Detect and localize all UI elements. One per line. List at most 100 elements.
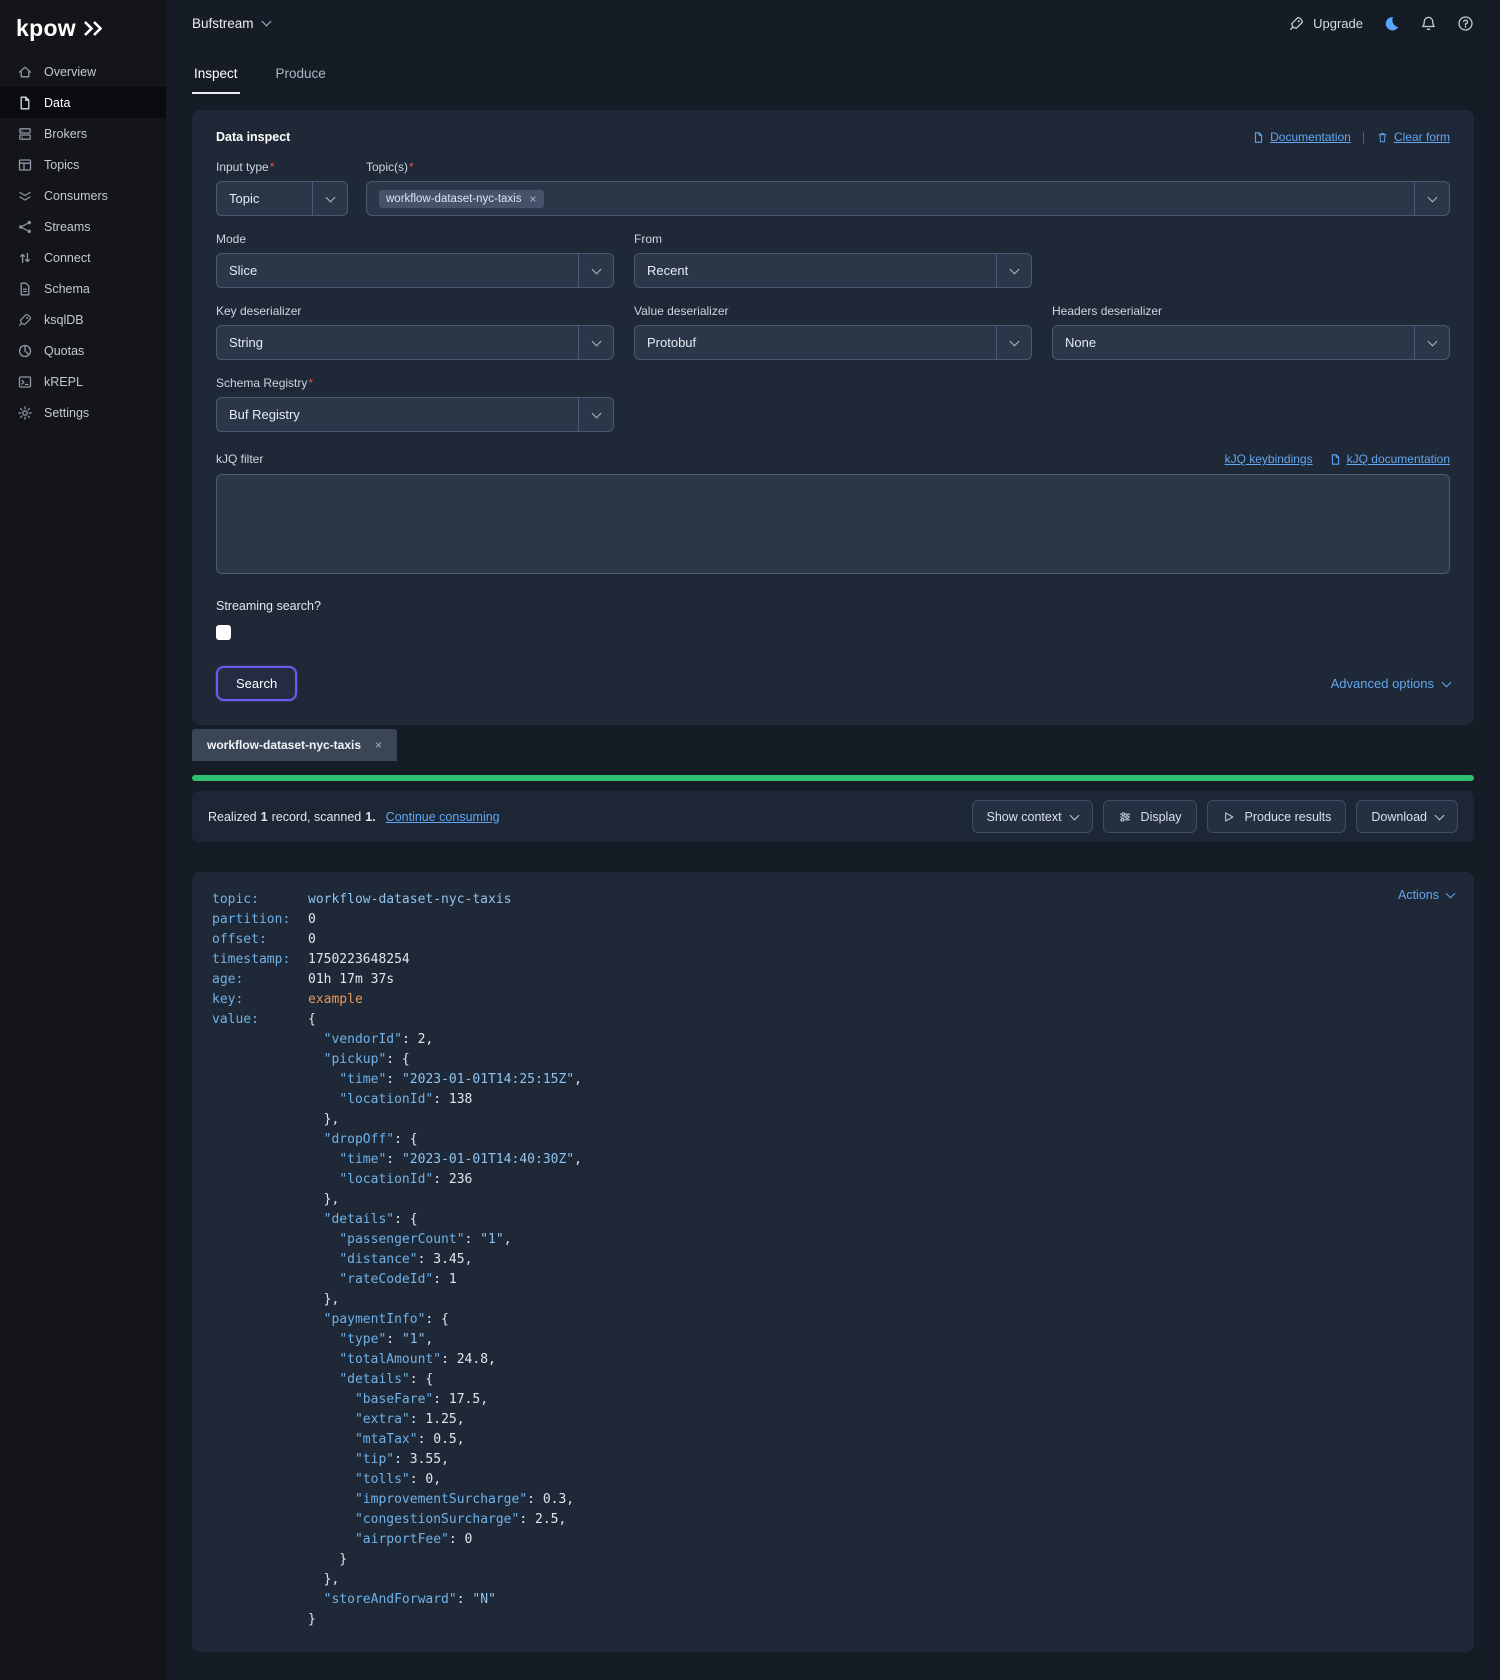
record-meta: topic: workflow-dataset-nyc-taxis partit… — [212, 890, 1454, 1630]
mode-select[interactable]: Slice — [216, 253, 614, 288]
sidebar-item[interactable]: Quotas — [0, 335, 166, 366]
page-content: Inspect Produce Data inspect — [166, 46, 1500, 1680]
required-marker: * — [409, 160, 414, 174]
kjq-keybindings-link[interactable]: kJQ keybindings — [1225, 452, 1313, 466]
ksqldb-icon — [17, 312, 33, 328]
required-marker: * — [270, 160, 275, 174]
kjq-filter-label: kJQ filter — [216, 452, 263, 466]
chevron-down-icon — [1427, 192, 1437, 202]
tab[interactable]: Inspect — [192, 58, 240, 94]
upgrade-label: Upgrade — [1313, 16, 1363, 31]
rocket-icon — [1288, 15, 1305, 32]
help-icon[interactable] — [1457, 15, 1474, 32]
chevron-down-icon — [1009, 264, 1019, 274]
sidebar-item[interactable]: Schema — [0, 273, 166, 304]
record-meta-row: age: 01h 17m 37s — [212, 970, 1454, 990]
headers-deserializer-field: Headers deserializer None — [1052, 304, 1450, 360]
mode-field: Mode Slice — [216, 232, 614, 288]
connect-icon — [17, 250, 33, 266]
kjq-documentation-link[interactable]: kJQ documentation — [1329, 452, 1450, 466]
settings-icon — [17, 405, 33, 421]
kjq-links: kJQ keybindings kJQ documentation — [1225, 452, 1450, 466]
chevron-down-icon — [1009, 336, 1019, 346]
close-icon[interactable]: × — [375, 738, 382, 752]
key-deserializer-select[interactable]: String — [216, 325, 614, 360]
sidebar-item[interactable]: Brokers — [0, 118, 166, 149]
value-deserializer-select[interactable]: Protobuf — [634, 325, 1032, 360]
home-icon — [17, 64, 33, 80]
sidebar-item[interactable]: Settings — [0, 397, 166, 428]
streaming-search-label: Streaming search? — [216, 599, 1450, 613]
documentation-link[interactable]: Documentation — [1252, 130, 1351, 144]
sidebar-item[interactable]: Connect — [0, 242, 166, 273]
input-type-field: Input type* Topic — [216, 160, 348, 216]
record-actions-menu[interactable]: Actions — [1398, 888, 1454, 902]
sidebar-item[interactable]: ksqlDB — [0, 304, 166, 335]
form-head-links: Documentation | Clear form — [1252, 130, 1450, 144]
environment-selector[interactable]: Bufstream — [192, 16, 270, 31]
required-marker: * — [308, 376, 313, 390]
main-area: Bufstream Upgrade — [166, 0, 1500, 1680]
sidebar-item[interactable]: Data — [0, 87, 166, 118]
chip-remove-icon[interactable]: × — [529, 193, 536, 205]
record-meta-row: topic: workflow-dataset-nyc-taxis — [212, 890, 1454, 910]
streaming-search-checkbox[interactable] — [216, 625, 231, 640]
search-button[interactable]: Search — [216, 666, 297, 701]
result-topic-tab[interactable]: workflow-dataset-nyc-taxis × — [192, 729, 397, 761]
schema-registry-select[interactable]: Buf Registry — [216, 397, 614, 432]
kjq-filter-textarea[interactable] — [216, 474, 1450, 574]
sliders-icon — [1118, 810, 1132, 824]
key-deserializer-field: Key deserializer String — [216, 304, 614, 360]
chevron-down-icon — [1442, 677, 1452, 687]
record-meta-row: timestamp: 1750223648254 — [212, 950, 1454, 970]
links-separator: | — [1362, 130, 1365, 144]
logo-text: kpow — [16, 15, 76, 42]
produce-play-icon — [1222, 810, 1236, 824]
sidebar-item[interactable]: kREPL — [0, 366, 166, 397]
sidebar-item[interactable]: Streams — [0, 211, 166, 242]
document-icon — [1252, 131, 1265, 144]
download-button[interactable]: Download — [1356, 800, 1458, 833]
chevron-down-icon — [591, 408, 601, 418]
advanced-options-toggle[interactable]: Advanced options — [1331, 676, 1450, 691]
value-deserializer-field: Value deserializer Protobuf — [634, 304, 1032, 360]
input-type-select[interactable]: Topic — [216, 181, 348, 216]
clear-form-link[interactable]: Clear form — [1376, 130, 1450, 144]
sidebar: kpow Overview Data Brokers — [0, 0, 166, 1680]
results-status: Realized 1 record, scanned 1. Continue c… — [208, 810, 500, 824]
chevron-down-icon — [591, 336, 601, 346]
sidebar-item[interactable]: Overview — [0, 56, 166, 87]
krepl-icon — [17, 374, 33, 390]
headers-deserializer-select[interactable]: None — [1052, 325, 1450, 360]
upgrade-button[interactable]: Upgrade — [1288, 15, 1363, 32]
chevron-down-icon — [1069, 810, 1079, 820]
topic-chip[interactable]: workflow-dataset-nyc-taxis × — [379, 190, 544, 208]
topics-icon — [17, 157, 33, 173]
dark-mode-moon-icon[interactable] — [1383, 15, 1400, 32]
kpow-logo: kpow — [0, 0, 166, 56]
show-context-button[interactable]: Show context — [972, 800, 1093, 833]
consumers-icon — [17, 188, 33, 204]
record-meta-row: key: example — [212, 990, 1454, 1010]
topics-multiselect[interactable]: workflow-dataset-nyc-taxis × — [366, 181, 1450, 216]
continue-consuming-link[interactable]: Continue consuming — [386, 810, 500, 824]
app-root: kpow Overview Data Brokers — [0, 0, 1500, 1680]
record-value-row: value: { "vendorId": 2, "pickup": { "tim… — [212, 1010, 1454, 1630]
produce-results-button[interactable]: Produce results — [1207, 800, 1347, 833]
results-toolbar: Realized 1 record, scanned 1. Continue c… — [192, 791, 1474, 842]
notifications-bell-icon[interactable] — [1420, 15, 1437, 32]
tab[interactable]: Produce — [274, 58, 328, 94]
topbar: Bufstream Upgrade — [166, 0, 1500, 46]
from-select[interactable]: Recent — [634, 253, 1032, 288]
sidebar-item[interactable]: Consumers — [0, 180, 166, 211]
display-button[interactable]: Display — [1103, 800, 1197, 833]
record-meta-row: partition: 0 — [212, 910, 1454, 930]
form-title: Data inspect — [216, 130, 290, 144]
chevron-down-icon — [1446, 889, 1456, 899]
chevron-down-icon — [325, 192, 335, 202]
quotas-icon — [17, 343, 33, 359]
chevron-down-icon — [591, 264, 601, 274]
sidebar-item[interactable]: Topics — [0, 149, 166, 180]
chevron-down-icon — [1427, 336, 1437, 346]
chevron-down-icon — [1435, 810, 1445, 820]
